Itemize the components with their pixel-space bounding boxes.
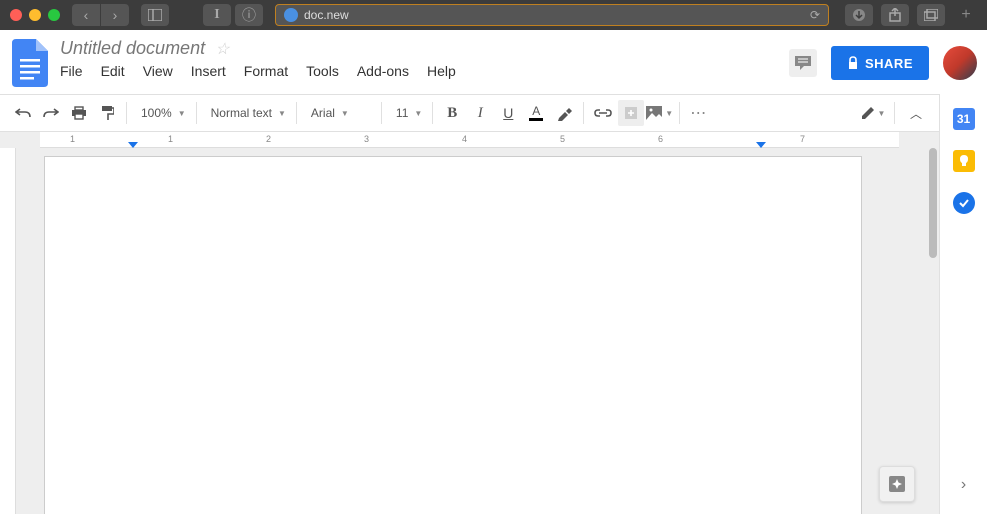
menu-view[interactable]: View	[143, 63, 173, 79]
explore-button[interactable]	[879, 466, 915, 502]
font-select[interactable]: Arial▼	[303, 100, 375, 126]
show-tabs[interactable]	[917, 4, 945, 26]
nav-back[interactable]: ‹	[72, 4, 100, 26]
tasks-addon[interactable]	[953, 192, 975, 214]
keep-addon[interactable]	[953, 150, 975, 172]
italic-button[interactable]: I	[467, 100, 493, 126]
menu-format[interactable]: Format	[244, 63, 288, 79]
docs-header: Untitled document ☆ File Edit View Inser…	[0, 30, 987, 94]
scrollbar-thumb[interactable]	[929, 148, 937, 258]
share-button[interactable]: SHARE	[831, 46, 929, 80]
window-controls	[10, 9, 60, 21]
menu-edit[interactable]: Edit	[101, 63, 125, 79]
horizontal-ruler[interactable]: 1 1 2 3 4 5 6 7	[0, 132, 939, 148]
downloads[interactable]	[845, 4, 873, 26]
toolbar: 100%▼ Normal text▼ Arial▼ 11▼ B I U A ▼ …	[0, 94, 939, 132]
menu-insert[interactable]: Insert	[191, 63, 226, 79]
underline-button[interactable]: U	[495, 100, 521, 126]
menu-help[interactable]: Help	[427, 63, 456, 79]
hide-side-panel[interactable]: ›	[961, 476, 966, 494]
paint-format-button[interactable]	[94, 100, 120, 126]
vertical-scrollbar[interactable]	[927, 148, 939, 514]
zoom-select[interactable]: 100%▼	[133, 100, 190, 126]
editing-mode-button[interactable]: ▼	[860, 100, 886, 126]
menu-bar: File Edit View Insert Format Tools Add-o…	[60, 63, 789, 79]
reader-mode[interactable]: I	[203, 4, 231, 26]
add-comment-button[interactable]	[618, 100, 644, 126]
address-bar[interactable]: doc.new ⟳	[275, 4, 829, 26]
bold-button[interactable]: B	[439, 100, 465, 126]
new-tab[interactable]: +	[955, 4, 977, 26]
text-color-button[interactable]: A	[523, 100, 549, 126]
menu-file[interactable]: File	[60, 63, 83, 79]
collapse-toolbar-button[interactable]: ︿	[903, 100, 929, 126]
account-avatar[interactable]	[943, 46, 977, 80]
insert-image-button[interactable]: ▼	[646, 100, 673, 126]
document-area	[0, 148, 939, 514]
menu-addons[interactable]: Add-ons	[357, 63, 409, 79]
menu-tools[interactable]: Tools	[306, 63, 339, 79]
docs-logo[interactable]	[10, 38, 50, 88]
minimize-window[interactable]	[29, 9, 41, 21]
redo-button[interactable]	[38, 100, 64, 126]
font-size-select[interactable]: 11▼	[388, 100, 426, 126]
undo-button[interactable]	[10, 100, 36, 126]
show-sidebar[interactable]	[141, 4, 169, 26]
lock-icon	[847, 56, 859, 70]
url-text: doc.new	[304, 8, 349, 22]
nav-forward[interactable]: ›	[101, 4, 129, 26]
site-info[interactable]: ⓘ	[235, 4, 263, 26]
document-title[interactable]: Untitled document	[60, 38, 205, 59]
maximize-window[interactable]	[48, 9, 60, 21]
side-panel: 31 ›	[939, 94, 987, 514]
refresh-icon[interactable]: ⟳	[810, 8, 820, 22]
print-button[interactable]	[66, 100, 92, 126]
share-label: SHARE	[865, 56, 913, 71]
star-icon[interactable]: ☆	[215, 39, 229, 59]
insert-link-button[interactable]	[590, 100, 616, 126]
browser-titlebar: ‹ › I ⓘ doc.new ⟳ +	[0, 0, 987, 30]
share-page[interactable]	[881, 4, 909, 26]
calendar-addon[interactable]: 31	[953, 108, 975, 130]
document-page[interactable]	[44, 156, 862, 514]
close-window[interactable]	[10, 9, 22, 21]
open-comments[interactable]	[789, 49, 817, 77]
vertical-ruler[interactable]	[0, 148, 16, 514]
paragraph-style-select[interactable]: Normal text▼	[203, 100, 290, 126]
globe-icon	[284, 8, 298, 22]
highlight-color-button[interactable]	[551, 100, 577, 126]
more-tools-button[interactable]: ⋯	[686, 100, 712, 126]
